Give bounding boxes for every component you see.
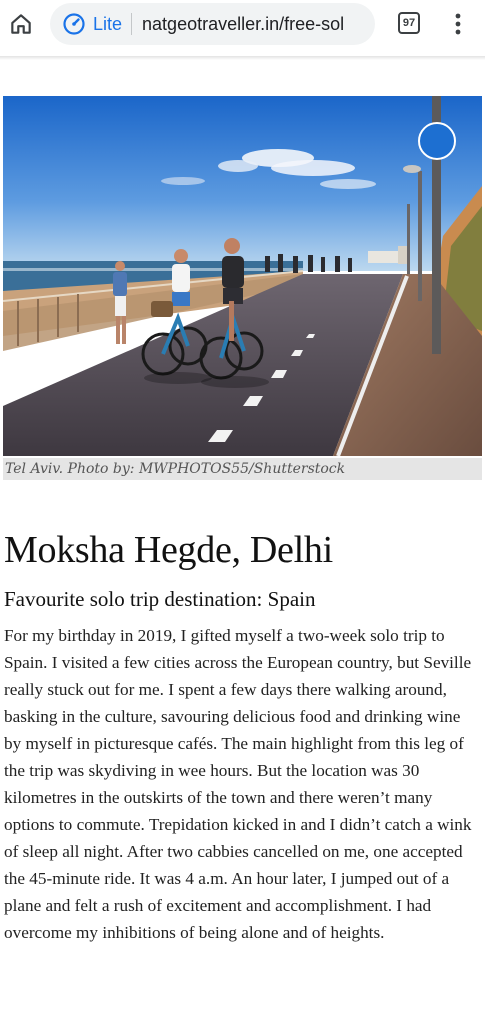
author-heading: Moksha Hegde, Delhi <box>4 529 333 571</box>
url-text[interactable]: natgeotraveller.in/free-sol <box>142 14 344 35</box>
article-paragraph: For my birthday in 2019, I gifted myself… <box>4 626 472 942</box>
address-bar[interactable]: Lite natgeotraveller.in/free-sol <box>50 3 375 45</box>
browser-toolbar: Lite natgeotraveller.in/free-sol 97 <box>0 0 485 50</box>
article-hero-image <box>3 96 482 456</box>
address-divider <box>131 13 133 35</box>
image-caption: Tel Aviv. Photo by: MWPHOTOS55/Shutterst… <box>3 458 482 480</box>
lite-mode-label[interactable]: Lite <box>93 14 122 35</box>
home-icon <box>11 14 31 34</box>
more-vert-icon <box>455 13 461 35</box>
lite-mode-gauge-icon <box>62 12 86 36</box>
more-menu-button[interactable] <box>447 9 469 39</box>
home-button[interactable] <box>6 9 36 39</box>
destination-subheading: Favourite solo trip destination: Spain <box>4 587 316 611</box>
toolbar-shadow <box>0 56 485 60</box>
tab-switcher-button[interactable]: 97 <box>398 12 420 34</box>
